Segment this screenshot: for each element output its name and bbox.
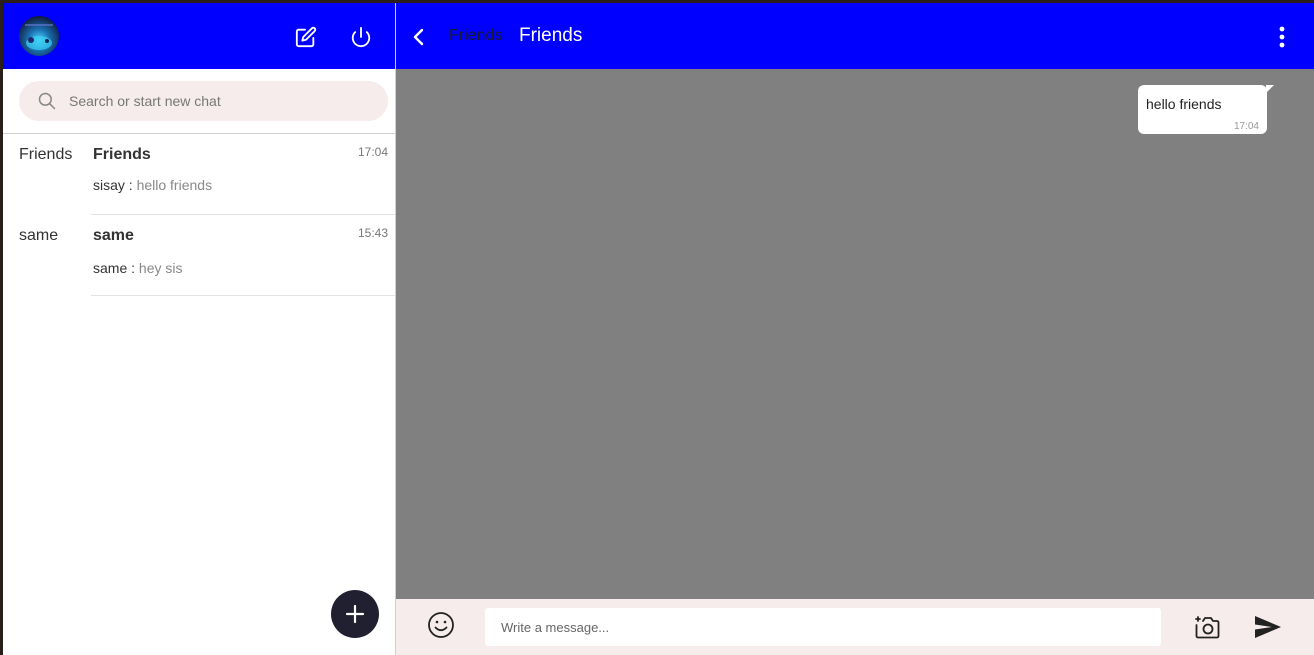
- chat-preview: same : hey sis: [93, 260, 182, 276]
- send-icon: [1255, 616, 1281, 638]
- message-time: 17:04: [1233, 121, 1259, 132]
- power-icon: [351, 26, 371, 48]
- chat-time: 15:43: [357, 226, 388, 240]
- logout-button[interactable]: [348, 24, 374, 50]
- divider: [91, 295, 395, 296]
- edit-icon: [295, 26, 317, 48]
- chat-preview: sisay : hello friends: [93, 177, 212, 193]
- user-avatar[interactable]: [19, 16, 59, 56]
- chat-preview-separator: :: [124, 177, 137, 193]
- chat-preview-message: hey sis: [138, 260, 183, 276]
- conversation-avatar[interactable]: Friends: [449, 27, 502, 45]
- add-chat-button[interactable]: [331, 590, 379, 638]
- chat-app: Friends Friends 17:04 sisay : hello frie…: [3, 3, 1314, 655]
- chat-avatar: same: [19, 227, 59, 244]
- message-area[interactable]: hello friends 17:04: [396, 69, 1314, 599]
- message-bubble: hello friends 17:04: [1138, 85, 1274, 134]
- emoji-button[interactable]: [427, 611, 455, 639]
- chat-list: Friends Friends 17:04 sisay : hello frie…: [3, 134, 395, 296]
- message-text: hello friends: [1146, 96, 1222, 112]
- camera-add-icon: [1195, 616, 1220, 639]
- conversation-title: Friends: [519, 25, 583, 46]
- send-button[interactable]: [1254, 614, 1282, 640]
- chat-name: Friends: [93, 146, 151, 163]
- chat-list-item-friends[interactable]: Friends Friends 17:04 sisay : hello frie…: [3, 134, 395, 215]
- conversation-header: Friends Friends: [396, 3, 1314, 69]
- chat-preview-message: hello friends: [136, 177, 213, 193]
- chevron-left-icon: [413, 28, 424, 46]
- chat-preview-sender: same: [93, 260, 128, 276]
- message-input[interactable]: [485, 608, 1161, 646]
- plus-icon: [345, 604, 365, 624]
- chat-time: 17:04: [357, 145, 388, 159]
- sidebar: Friends Friends 17:04 sisay : hello frie…: [3, 3, 396, 655]
- chat-preview-separator: :: [127, 260, 139, 276]
- bubble-tail: [1266, 85, 1274, 93]
- search-icon: [38, 92, 56, 110]
- chat-name: same: [93, 227, 134, 244]
- search-input[interactable]: [69, 93, 349, 109]
- conversation-panel: Friends Friends hello friends 17:04: [396, 3, 1314, 655]
- search-box[interactable]: [19, 81, 388, 121]
- new-chat-button[interactable]: [293, 24, 319, 50]
- message-composer: [396, 599, 1314, 655]
- more-vertical-icon: [1279, 26, 1285, 48]
- more-options-button[interactable]: [1274, 25, 1290, 49]
- smiley-icon: [428, 612, 454, 638]
- sidebar-header: [3, 3, 395, 69]
- chat-preview-sender: sisay: [93, 177, 125, 193]
- search-bar: [3, 69, 395, 134]
- chat-list-item-same[interactable]: same same 15:43 same : hey sis: [3, 215, 395, 296]
- attach-photo-button[interactable]: [1194, 614, 1220, 640]
- chat-avatar: Friends: [19, 146, 73, 163]
- back-button[interactable]: [412, 25, 432, 49]
